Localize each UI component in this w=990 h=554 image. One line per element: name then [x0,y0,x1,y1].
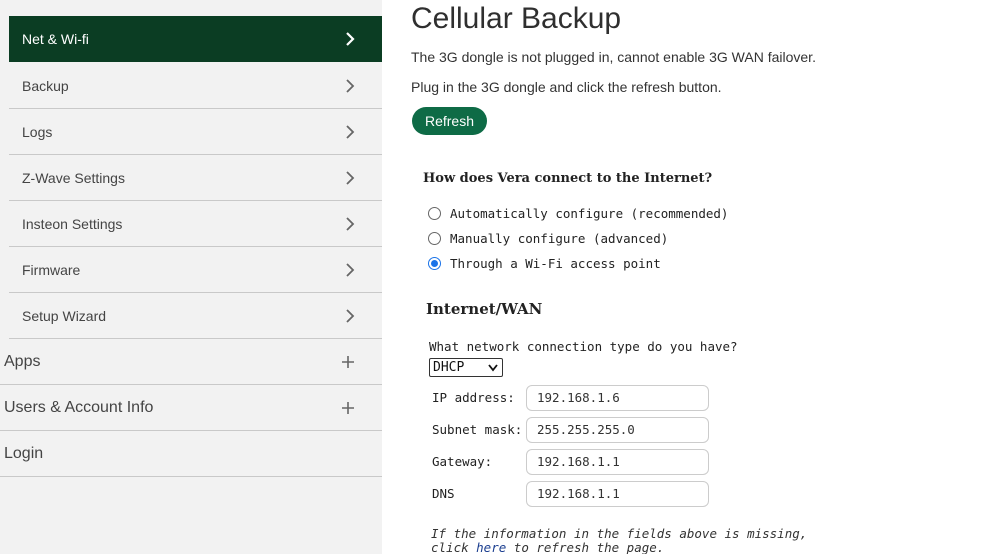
subnet-mask-label: Subnet mask: [432,422,523,437]
ip-address-label: IP address: [432,390,515,405]
radio-button[interactable] [428,207,441,220]
sidebar-item-label: Logs [22,123,53,140]
note-prefix: click [431,540,477,554]
sidebar-item-label: Setup Wizard [22,307,107,324]
sidebar: Net & Wi-fi Backup Logs Z-Wave Settings … [0,0,382,554]
refresh-button[interactable]: Refresh [412,107,487,135]
note-line: If the information in the fields above i… [431,526,808,541]
sidebar-item-zwave-settings[interactable]: Z-Wave Settings [9,155,382,201]
note-suffix: to refresh the page. [506,540,665,554]
option-manual-configure[interactable]: Manually configure (advanced) [428,231,668,246]
dns-label: DNS [432,486,455,501]
select-value: DHCP [433,360,465,375]
subnet-mask-input[interactable]: 255.255.255.0 [526,417,709,443]
plus-icon [342,402,354,414]
chevron-right-icon [346,32,355,46]
connection-type-select[interactable]: DHCP [429,358,503,377]
sidebar-item-label: Users & Account Info [4,398,154,416]
connection-method-question: How does Vera connect to the Internet? [423,171,713,186]
sidebar-item-insteon-settings[interactable]: Insteon Settings [9,201,382,247]
connection-type-question: What network connection type do you have… [429,339,738,354]
option-auto-configure[interactable]: Automatically configure (recommended) [428,206,728,221]
radio-button[interactable] [428,257,441,270]
sidebar-item-label: Firmware [22,261,81,278]
sidebar-item-label: Net & Wi-fi [22,30,89,47]
chevron-right-icon [346,217,355,231]
gateway-input[interactable]: 192.168.1.1 [526,449,709,475]
refresh-note: If the information in the fields above i… [431,527,807,554]
dns-input[interactable]: 192.168.1.1 [526,481,709,507]
sidebar-item-label: Backup [22,77,69,94]
chevron-right-icon [346,171,355,185]
radio-label: Automatically configure (recommended) [450,206,729,221]
sidebar-item-logs[interactable]: Logs [9,109,382,155]
plus-icon [342,356,354,368]
sidebar-item-setup-wizard[interactable]: Setup Wizard [9,293,382,339]
chevron-right-icon [346,79,355,93]
sidebar-item-label: Login [4,444,44,462]
dongle-instruction-message: Plug in the 3G dongle and click the refr… [411,79,722,95]
sidebar-item-net-wifi[interactable]: Net & Wi-fi [9,16,382,62]
sidebar-item-label: Z-Wave Settings [22,169,125,186]
note-line: click here to refresh the page. [431,541,807,554]
ip-address-input[interactable]: 192.168.1.6 [526,385,709,411]
sidebar-item-login[interactable]: Login [0,431,382,477]
chevron-right-icon [346,263,355,277]
main-content: Cellular Backup The 3G dongle is not plu… [382,0,990,554]
option-wifi-access-point[interactable]: Through a Wi-Fi access point [428,256,661,271]
chevron-down-icon [488,364,498,372]
section-title-internet-wan: Internet/WAN [426,300,543,318]
sidebar-item-label: Apps [4,352,41,370]
chevron-right-icon [346,125,355,139]
chevron-right-icon [346,309,355,323]
sidebar-item-label: Insteon Settings [22,215,123,232]
gateway-label: Gateway: [432,454,493,469]
sidebar-item-apps[interactable]: Apps [0,339,382,385]
sidebar-item-users-account-info[interactable]: Users & Account Info [0,385,382,431]
radio-button[interactable] [428,232,441,245]
refresh-here-link[interactable]: here [476,540,506,554]
page-title: Cellular Backup [411,2,622,35]
sidebar-item-backup[interactable]: Backup [9,63,382,109]
radio-label: Through a Wi-Fi access point [450,256,661,271]
radio-label: Manually configure (advanced) [450,231,669,246]
sidebar-item-firmware[interactable]: Firmware [9,247,382,293]
dongle-status-message: The 3G dongle is not plugged in, cannot … [411,49,816,65]
